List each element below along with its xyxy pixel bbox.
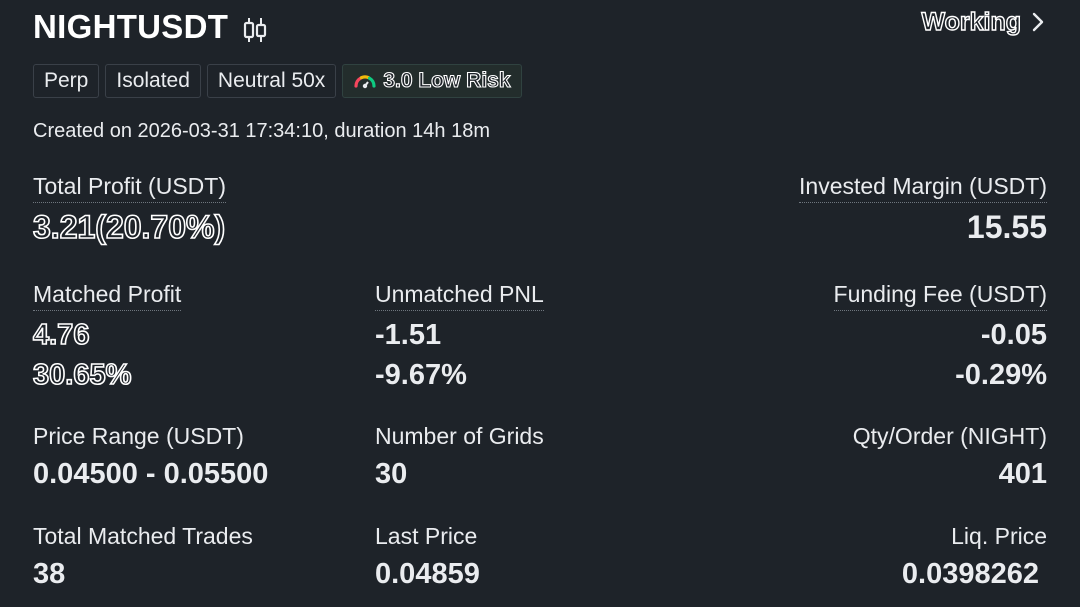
price-range-label: Price Range (USDT) [33,423,244,449]
total-matched-trades-label: Total Matched Trades [33,523,253,549]
grid-bot-detail-page: NIGHTUSDT Working Perp Isolated Neutral … [0,0,1080,607]
liq-price-cell: Liq. Price 0.0398262 [902,522,1047,592]
last-price-cell: Last Price 0.04859 [375,522,480,592]
qty-order-cell: Qty/Order (NIGHT) 401 [853,422,1047,492]
number-of-grids-label: Number of Grids [375,423,544,449]
tag-perp: Perp [33,64,100,98]
created-info: Created on 2026-03-31 17:34:10, duration… [33,120,491,142]
price-range-value: 0.04500 - 0.05500 [33,458,269,490]
tag-row: Perp Isolated Neutral 50x 3.0 Low Risk [33,64,522,98]
total-profit-value: 3.21(20.70%) [32,208,226,246]
unmatched-pnl-cell: Unmatched PNL -1.51 -9.67% [375,280,544,393]
last-price-value: 0.04859 [375,558,480,590]
unmatched-pnl-percent: -9.67% [375,359,467,391]
status-button[interactable]: Working [921,6,1047,38]
liq-price-label: Liq. Price [951,523,1047,549]
qty-order-value: 401 [998,458,1047,490]
funding-fee-cell: Funding Fee (USDT) -0.05 -0.29% [833,280,1047,393]
invested-margin-value: 15.55 [966,209,1047,245]
chevron-right-icon [1032,12,1044,32]
unmatched-pnl-label[interactable]: Unmatched PNL [375,280,544,311]
unmatched-pnl-value: -1.51 [375,319,442,351]
header: NIGHTUSDT Working [33,4,1047,48]
matched-profit-cell: Matched Profit 4.76 30.65% [32,280,182,393]
tag-risk[interactable]: 3.0 Low Risk [342,64,522,98]
risk-gauge-icon [354,75,376,89]
price-range-cell: Price Range (USDT) 0.04500 - 0.05500 [33,422,268,492]
total-matched-trades-cell: Total Matched Trades 38 [33,522,253,592]
last-price-label: Last Price [375,523,478,549]
total-profit-cell: Total Profit (USDT) 3.21(20.70%) [32,172,226,246]
matched-profit-label[interactable]: Matched Profit [33,280,182,311]
matched-profit-percent: 30.65% [32,358,132,392]
funding-fee-label[interactable]: Funding Fee (USDT) [833,280,1047,311]
tag-direction-leverage: Neutral 50x [206,64,337,98]
total-matched-trades-value: 38 [33,558,66,590]
liq-price-value: 0.0398262 [901,558,1039,590]
total-profit-label[interactable]: Total Profit (USDT) [33,172,226,203]
matched-profit-value: 4.76 [32,318,90,352]
status-label: Working [921,7,1022,36]
number-of-grids-cell: Number of Grids 30 [375,422,544,492]
funding-fee-value: -0.05 [980,319,1047,351]
risk-label: 3.0 Low Risk [383,68,511,92]
number-of-grids-value: 30 [375,458,408,490]
invested-margin-label[interactable]: Invested Margin (USDT) [799,172,1047,203]
funding-fee-percent: -0.29% [955,359,1047,391]
qty-order-label: Qty/Order (NIGHT) [852,423,1047,449]
candlestick-chart-icon[interactable] [241,16,269,44]
invested-margin-cell: Invested Margin (USDT) 15.55 [799,172,1047,245]
symbol-title: NIGHTUSDT [33,8,229,45]
tag-margin-mode: Isolated [105,64,201,98]
